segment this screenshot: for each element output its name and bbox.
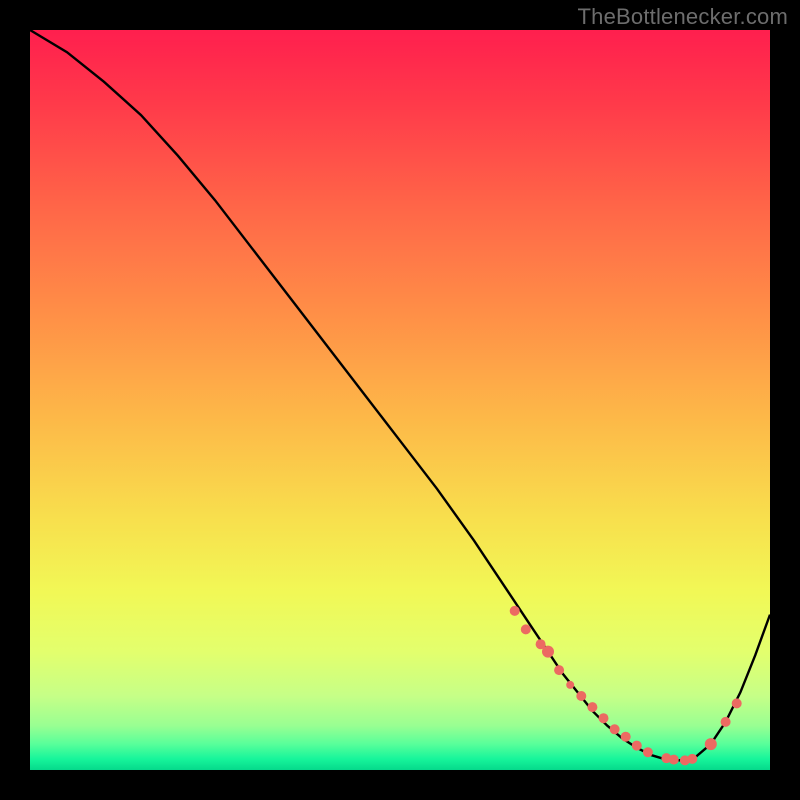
marker-point [554, 665, 564, 675]
marker-point [669, 755, 679, 765]
watermark-text: TheBottlenecker.com [578, 4, 788, 30]
marker-point [732, 698, 742, 708]
marker-point [721, 717, 731, 727]
marker-point [643, 747, 653, 757]
marker-point [576, 691, 586, 701]
marker-point [687, 754, 697, 764]
plot-background [30, 30, 770, 770]
marker-point [632, 741, 642, 751]
marker-point [542, 646, 554, 658]
marker-point [521, 624, 531, 634]
marker-point [621, 732, 631, 742]
marker-point [510, 606, 520, 616]
marker-point [587, 702, 597, 712]
chart-canvas [0, 0, 800, 800]
marker-point [705, 738, 717, 750]
marker-point [610, 724, 620, 734]
marker-point [566, 681, 574, 689]
marker-point [599, 713, 609, 723]
